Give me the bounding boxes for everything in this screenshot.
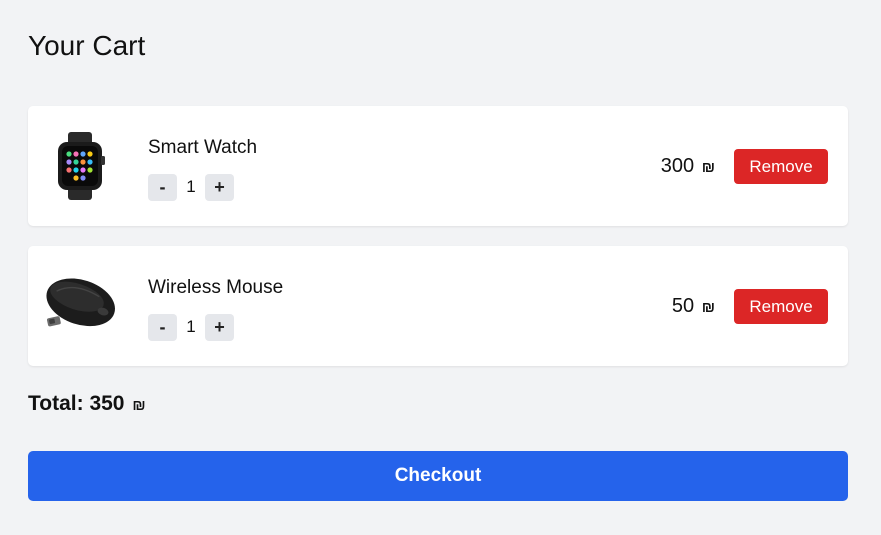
currency-symbol: ₪ [701, 299, 715, 316]
item-name: Smart Watch [148, 137, 258, 158]
currency-symbol: ₪ [132, 397, 146, 414]
quantity-stepper: - 1 + [148, 173, 234, 201]
remove-button[interactable]: Remove [734, 289, 828, 324]
cart-item: Smart Watch - 1 + 300 ₪ Remove [28, 106, 848, 226]
increase-quantity-button[interactable]: + [205, 173, 234, 201]
total-value: 350 [89, 392, 125, 415]
quantity-stepper: - 1 + [148, 313, 234, 341]
wireless-mouse-image [44, 270, 116, 342]
currency-symbol: ₪ [701, 159, 715, 176]
decrease-quantity-button[interactable]: - [148, 313, 177, 341]
price-value: 300 [660, 155, 695, 177]
page-title: Your Cart [28, 30, 146, 61]
price-value: 50 [671, 295, 695, 317]
cart-page: Your Cart Smart Watch - 1 + 300 ₪ Remove… [0, 0, 881, 535]
quantity-value: 1 [186, 317, 196, 336]
item-price: 300 ₪ [661, 154, 715, 180]
smart-watch-image [44, 130, 116, 202]
checkout-button[interactable]: Checkout [28, 451, 848, 501]
remove-button[interactable]: Remove [734, 149, 828, 184]
item-name: Wireless Mouse [148, 277, 284, 298]
quantity-value: 1 [186, 177, 196, 196]
increase-quantity-button[interactable]: + [205, 313, 234, 341]
cart-total: Total: 350 ₪ [28, 390, 146, 420]
item-price: 50 ₪ [672, 294, 715, 320]
total-label: Total: [28, 392, 84, 415]
decrease-quantity-button[interactable]: - [148, 173, 177, 201]
cart-item: Wireless Mouse - 1 + 50 ₪ Remove [28, 246, 848, 366]
